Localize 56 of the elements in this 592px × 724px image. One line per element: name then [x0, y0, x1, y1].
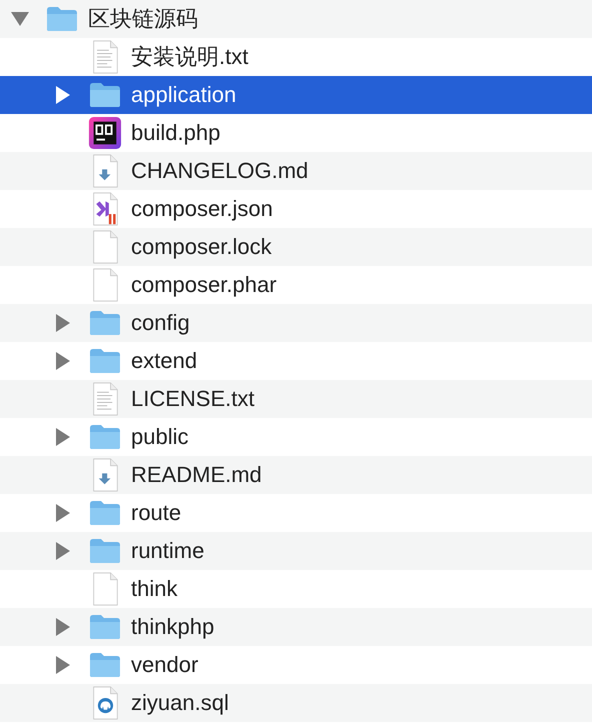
folder-icon [89, 652, 121, 678]
file-row[interactable]: ziyuan.sql [0, 684, 592, 722]
file-name: README.md [131, 462, 262, 488]
expand-triangle[interactable] [56, 428, 70, 446]
folder-icon [89, 348, 121, 374]
file-row[interactable]: LICENSE.txt [0, 380, 592, 418]
expand-triangle[interactable] [56, 504, 70, 522]
file-name: 安装说明.txt [131, 43, 248, 71]
expand-triangle[interactable] [56, 618, 70, 636]
file-name: public [131, 424, 188, 450]
expand-triangle[interactable] [56, 86, 70, 104]
expand-triangle[interactable] [56, 656, 70, 674]
folder-icon [46, 6, 78, 32]
folder-icon [89, 82, 121, 108]
file-row[interactable]: runtime [0, 532, 592, 570]
folder-icon [89, 538, 121, 564]
expand-triangle[interactable] [56, 542, 70, 560]
blank-document-icon [92, 572, 118, 606]
file-name: LICENSE.txt [131, 386, 254, 412]
file-name: vendor [131, 652, 198, 678]
collapse-triangle[interactable] [11, 12, 29, 26]
file-name: route [131, 500, 182, 526]
file-name: application [131, 82, 236, 108]
expand-triangle[interactable] [56, 314, 70, 332]
file-row[interactable]: README.md [0, 456, 592, 494]
file-name: build.php [131, 120, 220, 146]
file-name: CHANGELOG.md [131, 158, 308, 184]
file-name: think [131, 576, 178, 602]
file-row[interactable]: application [0, 76, 592, 114]
blank-document-icon [92, 230, 118, 264]
file-name: config [131, 310, 190, 336]
file-row[interactable]: CHANGELOG.md [0, 152, 592, 190]
file-row[interactable]: config [0, 304, 592, 342]
file-name: ziyuan.sql [131, 690, 229, 716]
folder-icon [89, 310, 121, 336]
expand-triangle[interactable] [56, 352, 70, 370]
file-name: composer.json [131, 196, 273, 222]
file-row[interactable]: 区块链源码 [0, 0, 592, 38]
file-row[interactable]: thinkphp [0, 608, 592, 646]
file-name: composer.lock [131, 234, 272, 260]
blank-document-icon [92, 268, 118, 302]
folder-icon [89, 500, 121, 526]
folder-icon [89, 424, 121, 450]
document-logo-icon [92, 192, 118, 226]
document-arrow-icon [92, 458, 118, 492]
file-row[interactable]: composer.lock [0, 228, 592, 266]
file-name: 区块链源码 [88, 5, 198, 33]
file-name: extend [131, 348, 198, 374]
file-name: composer.phar [131, 272, 277, 298]
text-document-icon [92, 40, 118, 74]
file-name: thinkphp [131, 614, 214, 640]
folder-icon [89, 614, 121, 640]
file-name: runtime [131, 538, 204, 564]
document-arrow-icon [92, 154, 118, 188]
app-icon [88, 116, 122, 150]
text-document-icon [92, 382, 118, 416]
